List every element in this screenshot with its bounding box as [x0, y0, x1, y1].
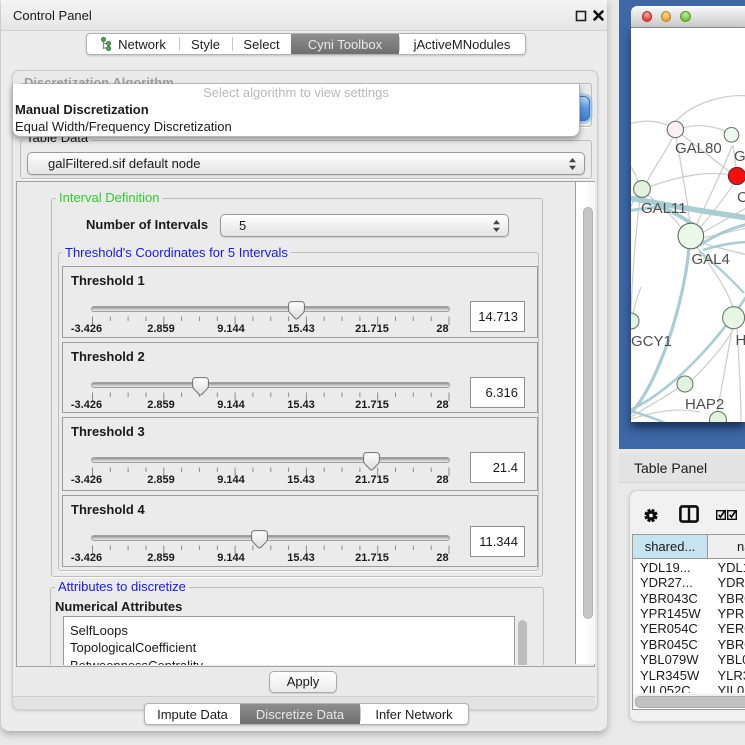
svg-text:HAP2: HAP2 [685, 396, 724, 413]
svg-text:GAL11: GAL11 [641, 200, 687, 217]
svg-text:HIS4: HIS4 [736, 332, 745, 349]
svg-text:GAL4: GAL4 [692, 251, 730, 268]
svg-text:GCY1: GCY1 [631, 333, 672, 350]
svg-text:CDC36: CDC36 [737, 189, 745, 206]
svg-text:GAL80: GAL80 [675, 140, 722, 157]
svg-text:GAL7: GAL7 [734, 148, 745, 165]
